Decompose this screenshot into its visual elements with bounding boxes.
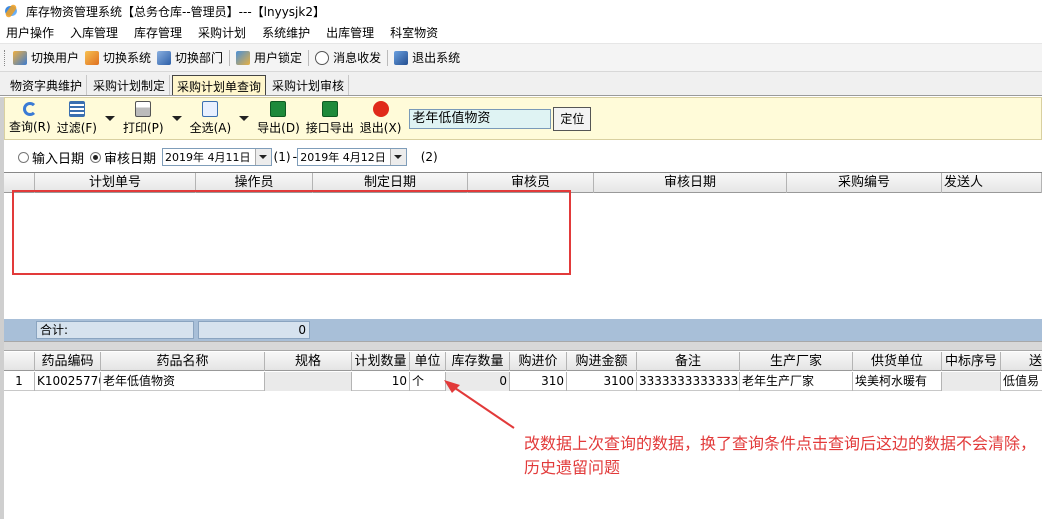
annotation-note: 改数据上次查询的数据，换了查询条件点击查询后这边的数据不会清除，历史遗留问题 (524, 434, 1037, 477)
